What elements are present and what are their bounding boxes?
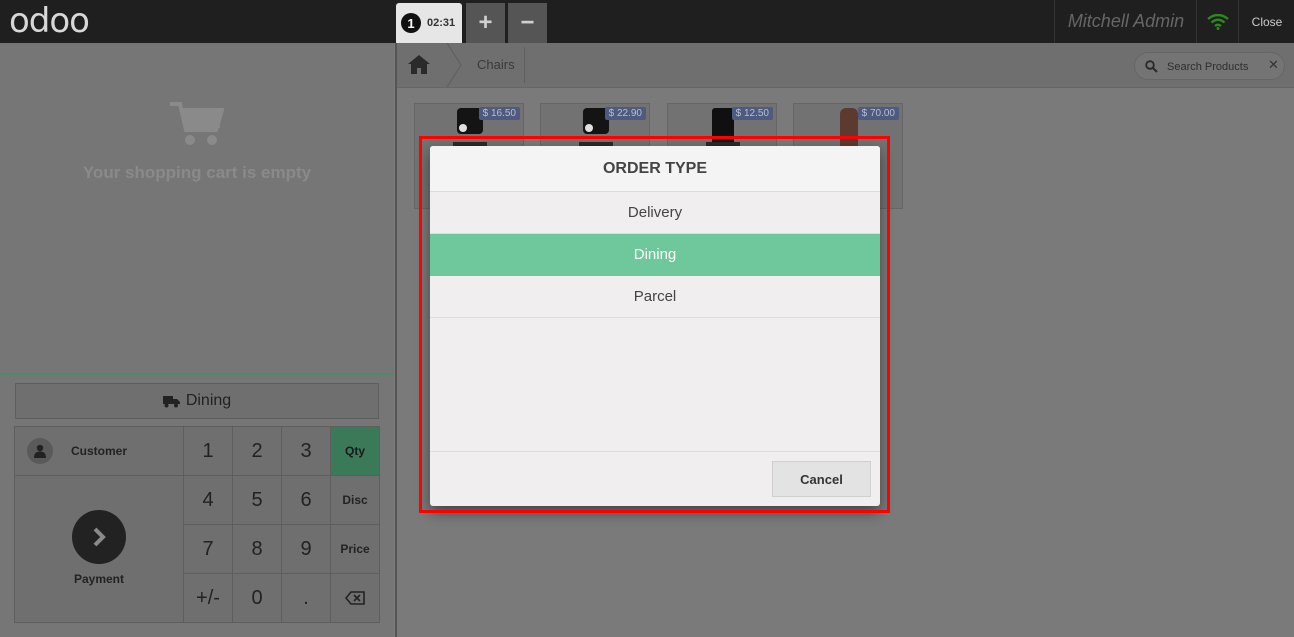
empty-cart-message: Your shopping cart is empty — [82, 163, 312, 182]
search-box[interactable]: ✕ — [1134, 52, 1285, 80]
breadcrumb: Chairs ✕ — [397, 43, 1294, 88]
search-input[interactable] — [1167, 58, 1265, 76]
customer-label: Customer — [71, 444, 128, 458]
mode-qty-button[interactable]: Qty — [330, 426, 380, 476]
order-type-button[interactable]: Dining — [15, 383, 379, 419]
product-price: $ 70.00 — [857, 107, 899, 120]
wifi-icon — [1196, 0, 1239, 43]
breadcrumb-chairs[interactable]: Chairs — [477, 57, 515, 72]
numpad-key-3[interactable]: 3 — [281, 426, 331, 476]
numpad-key-7[interactable]: 7 — [183, 524, 233, 574]
close-button[interactable]: Close — [1238, 0, 1294, 43]
numpad-key-plus-minus[interactable]: +/- — [183, 573, 233, 623]
numpad-key-2[interactable]: 2 — [232, 426, 282, 476]
numpad-key-8[interactable]: 8 — [232, 524, 282, 574]
order-type-label: Dining — [185, 392, 232, 409]
user-name[interactable]: Mitchell Admin — [1054, 0, 1197, 43]
product-price: $ 16.50 — [478, 107, 520, 120]
chevron-right-icon — [72, 510, 126, 564]
left-pane: Your shopping cart is empty Dining Custo… — [0, 43, 394, 637]
order-number-badge: 1 — [401, 13, 421, 33]
mode-disc-button[interactable]: Disc — [330, 475, 380, 525]
numpad-key-0[interactable]: 0 — [232, 573, 282, 623]
clear-search-icon[interactable]: ✕ — [1268, 57, 1279, 73]
breadcrumb-separator — [446, 43, 462, 87]
remove-order-button[interactable]: − — [508, 3, 547, 43]
odoo-logo: odoo — [9, 1, 90, 41]
payment-label: Payment — [73, 572, 125, 586]
numpad-key-9[interactable]: 9 — [281, 524, 331, 574]
breadcrumb-divider — [524, 47, 525, 83]
order-cart: Your shopping cart is empty — [0, 43, 394, 375]
search-icon — [1145, 60, 1158, 73]
numpad-key-6[interactable]: 6 — [281, 475, 331, 525]
numpad-key-1[interactable]: 1 — [183, 426, 233, 476]
order-tab[interactable]: 1 02:31 — [396, 3, 462, 43]
add-order-button[interactable]: + — [466, 3, 505, 43]
product-price: $ 12.50 — [731, 107, 773, 120]
shopping-cart-icon — [168, 100, 225, 153]
user-icon — [27, 438, 53, 464]
backspace-icon — [345, 591, 365, 605]
order-time: 02:31 — [427, 17, 456, 29]
payment-button[interactable]: Payment — [14, 475, 184, 623]
numpad-key-4[interactable]: 4 — [183, 475, 233, 525]
control-pad: Customer Payment 1 2 3 4 5 6 7 8 9 +/- 0… — [14, 426, 380, 623]
truck-icon — [162, 395, 180, 407]
backspace-button[interactable] — [330, 573, 380, 623]
product-price: $ 22.90 — [604, 107, 646, 120]
numpad-key-dot[interactable]: . — [281, 573, 331, 623]
highlight-box — [419, 136, 890, 513]
home-icon[interactable] — [407, 53, 431, 80]
customer-button[interactable]: Customer — [14, 426, 184, 476]
mode-price-button[interactable]: Price — [330, 524, 380, 574]
top-bar: odoo 1 02:31 + − Mitchell Admin Close — [0, 0, 1294, 43]
numpad-key-5[interactable]: 5 — [232, 475, 282, 525]
